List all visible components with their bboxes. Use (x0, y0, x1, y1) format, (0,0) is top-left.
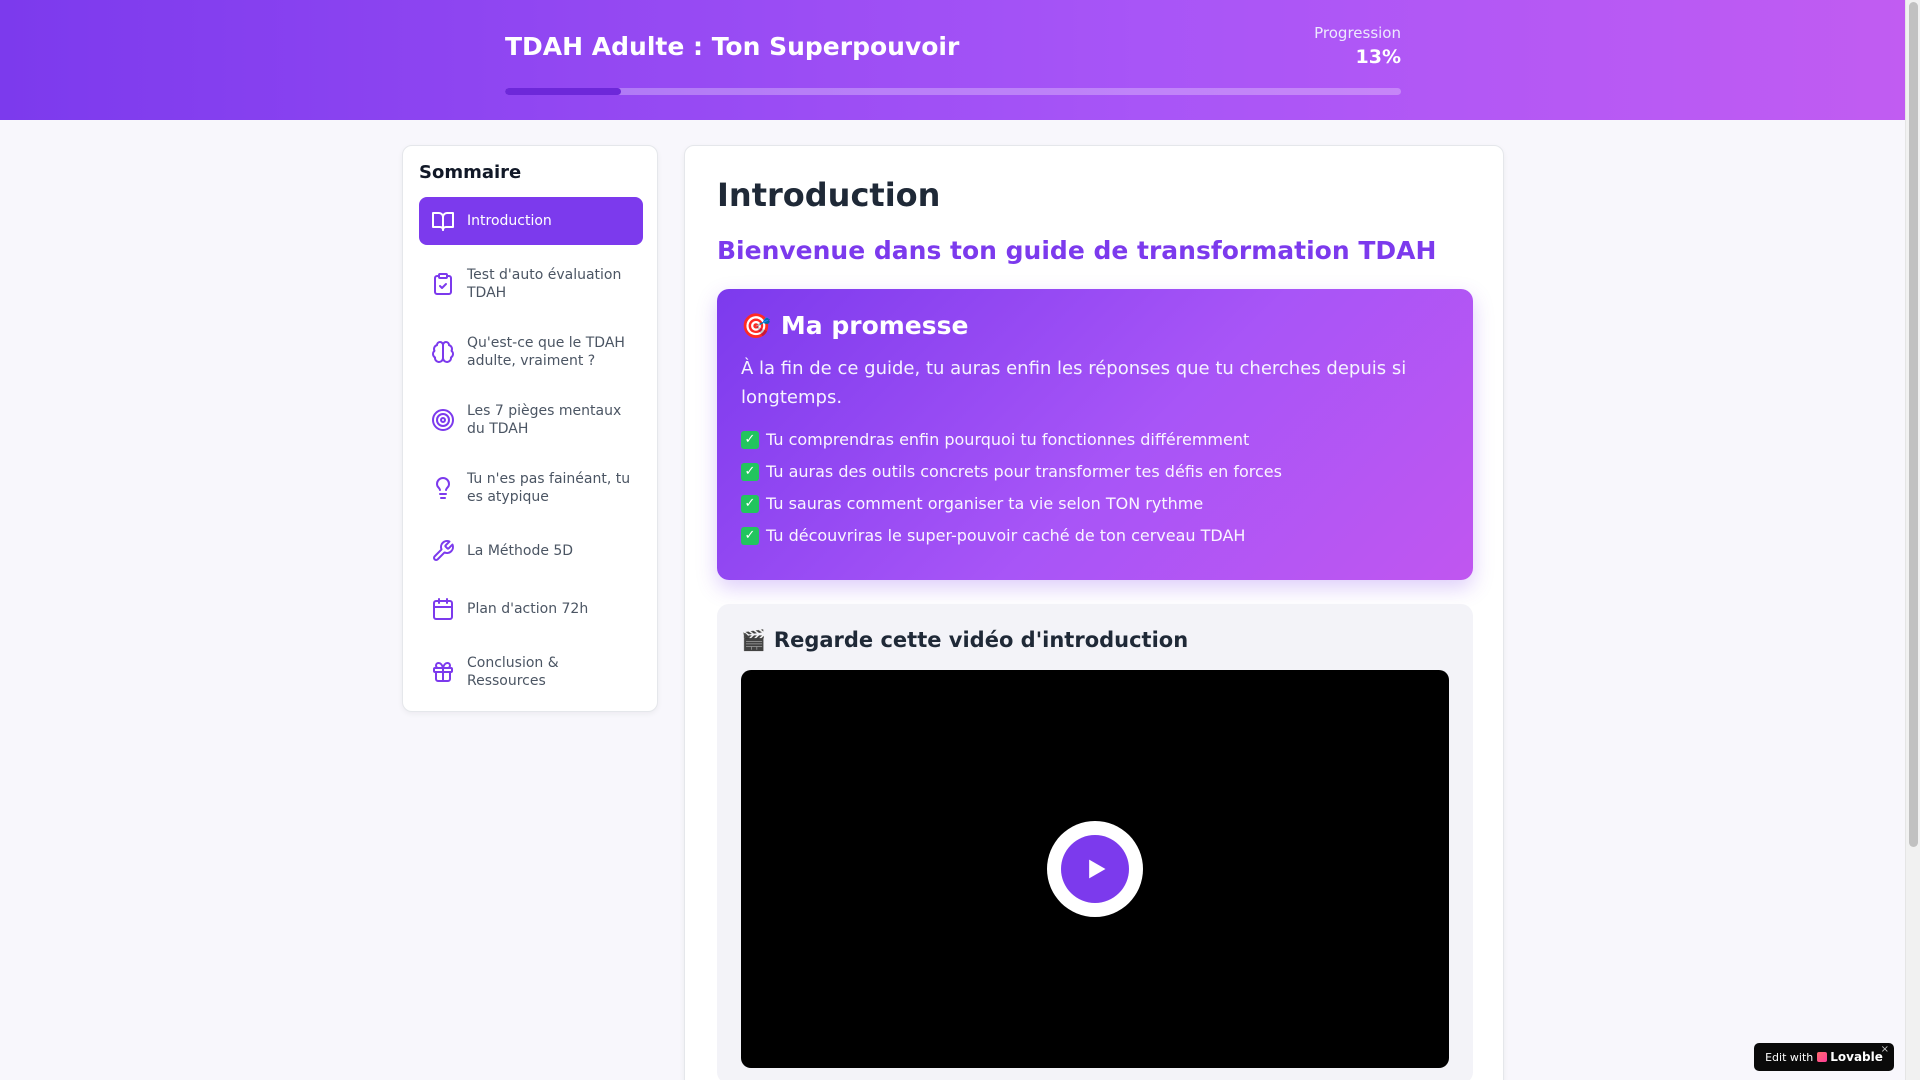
video-heading: 🎬 Regarde cette vidéo d'introduction (741, 628, 1449, 652)
sidebar-item-label: Conclusion & Ressources (467, 655, 559, 689)
close-icon[interactable]: × (1881, 1044, 1889, 1055)
lovable-heart-icon (1817, 1052, 1828, 1062)
app-header: TDAH Adulte : Ton Superpouvoir Progressi… (0, 0, 1905, 120)
clipboard-check-icon (431, 272, 455, 296)
promise-heading: 🎯 Ma promesse (741, 311, 1449, 340)
page-title: Introduction (717, 176, 941, 214)
progress-info: Progression 13% (1314, 24, 1401, 68)
sidebar-item-introduction[interactable]: Introduction (419, 197, 643, 245)
sidebar-item-method-5d[interactable]: La Méthode 5D (419, 527, 643, 575)
progress-value: 13% (1355, 46, 1401, 68)
edit-with-lovable-badge[interactable]: Edit with Lovable × (1754, 1043, 1894, 1071)
promise-item-text: Tu découvriras le super-pouvoir caché de… (766, 526, 1246, 545)
check-icon: ✓ (741, 431, 759, 449)
video-section: 🎬 Regarde cette vidéo d'introduction (717, 604, 1473, 1080)
sidebar-item-mental-traps[interactable]: Les 7 pièges mentaux du TDAH (419, 391, 643, 449)
sidebar-item-self-test[interactable]: Test d'auto évaluation TDAH (419, 255, 643, 313)
sidebar: Sommaire Introduction Test d'auto évalua… (402, 145, 658, 712)
header-inner: TDAH Adulte : Ton Superpouvoir Progressi… (505, 0, 1401, 120)
sidebar-item-conclusion[interactable]: Conclusion & Ressources (419, 643, 643, 701)
check-icon: ✓ (741, 495, 759, 513)
badge-brand: Lovable (1830, 1050, 1883, 1064)
calendar-icon (431, 597, 455, 621)
video-player[interactable] (741, 670, 1449, 1068)
promise-card: 🎯 Ma promesse À la fin de ce guide, tu a… (717, 289, 1473, 580)
lovable-logo: Lovable (1817, 1050, 1883, 1064)
lightbulb-icon (431, 476, 455, 500)
sidebar-item-label: Introduction (467, 213, 552, 229)
sidebar-item-not-lazy[interactable]: Tu n'es pas fainéant, tu es atypique (419, 459, 643, 517)
promise-item-text: Tu sauras comment organiser ta vie selon… (766, 494, 1204, 513)
book-open-icon (431, 209, 455, 233)
page-subtitle: Bienvenue dans ton guide de transformati… (717, 236, 1437, 265)
badge-prefix: Edit with (1765, 1050, 1814, 1064)
play-button[interactable] (1047, 821, 1143, 917)
app-title: TDAH Adulte : Ton Superpouvoir (505, 32, 960, 61)
list-item: ✓ Tu comprendras enfin pourquoi tu foncti… (741, 424, 1449, 456)
gift-icon (431, 660, 455, 684)
main-content: Introduction Bienvenue dans ton guide de… (684, 145, 1504, 1080)
wrench-icon (431, 539, 455, 563)
sidebar-item-label: Les 7 pièges mentaux du TDAH (467, 403, 622, 437)
sidebar-item-label: Tu n'es pas fainéant, tu es atypique (467, 471, 631, 505)
target-icon (431, 408, 455, 432)
progress-bar-fill (505, 88, 622, 95)
play-icon (1061, 835, 1129, 903)
page-scrollbar[interactable] (1905, 0, 1920, 1080)
video-title: Regarde cette vidéo d'introduction (773, 628, 1189, 652)
promise-item-text: Tu comprendras enfin pourquoi tu fonctio… (766, 430, 1250, 449)
list-item: ✓ Tu découvriras le super-pouvoir caché d… (741, 520, 1449, 552)
promise-title: Ma promesse (780, 311, 969, 340)
list-item: ✓ Tu auras des outils concrets pour trans… (741, 456, 1449, 488)
scrollbar-thumb[interactable] (1909, 2, 1918, 847)
promise-text: À la fin de ce guide, tu auras enfin les… (741, 358, 1407, 408)
brain-icon (431, 340, 455, 364)
promise-item-text: Tu auras des outils concrets pour transf… (766, 462, 1282, 481)
check-icon: ✓ (741, 463, 759, 481)
list-item: ✓ Tu sauras comment organiser ta vie selo… (741, 488, 1449, 520)
target-emoji-icon: 🎯 (741, 311, 771, 340)
promise-list: ✓ Tu comprendras enfin pourquoi tu foncti… (741, 424, 1449, 552)
check-icon: ✓ (741, 527, 759, 545)
clapperboard-emoji-icon: 🎬 (741, 628, 766, 652)
sidebar-item-label: Plan d'action 72h (467, 601, 589, 617)
sidebar-item-label: La Méthode 5D (467, 543, 574, 559)
sidebar-item-action-plan[interactable]: Plan d'action 72h (419, 585, 643, 633)
progress-bar (505, 88, 1401, 95)
sidebar-item-label: Qu'est-ce que le TDAH adulte, vraiment ? (467, 335, 625, 369)
sidebar-item-label: Test d'auto évaluation TDAH (467, 267, 622, 301)
progress-label: Progression (1314, 24, 1401, 42)
sidebar-title: Sommaire (419, 162, 522, 183)
sidebar-item-what-is-adhd[interactable]: Qu'est-ce que le TDAH adulte, vraiment ? (419, 323, 643, 381)
